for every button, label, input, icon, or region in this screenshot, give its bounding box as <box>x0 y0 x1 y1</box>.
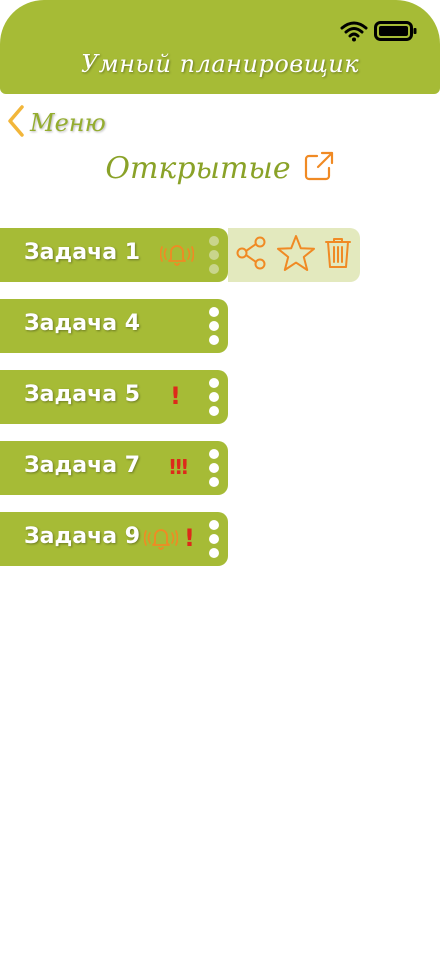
kebab-dot <box>209 449 219 459</box>
more-vert-icon[interactable] <box>207 236 221 274</box>
kebab-dot <box>209 236 219 246</box>
reminder-bell-icon <box>143 524 179 556</box>
back-label: Меню <box>30 109 106 137</box>
kebab-dot <box>209 250 219 260</box>
task-row[interactable]: Задача 9 ! <box>0 512 228 566</box>
star-icon[interactable] <box>276 234 316 276</box>
priority-indicator: ! <box>184 524 195 552</box>
kebab-dot <box>209 321 219 331</box>
kebab-dot <box>209 392 219 402</box>
task-row[interactable]: Задача 5 ! <box>0 370 228 424</box>
more-vert-icon[interactable] <box>207 378 221 416</box>
task-label: Задача 7 <box>24 453 141 478</box>
more-vert-icon[interactable] <box>207 520 221 558</box>
kebab-dot <box>209 534 219 544</box>
kebab-dot <box>209 264 219 274</box>
section-title: Открытые <box>105 150 291 186</box>
swipe-actions <box>228 228 360 282</box>
priority-indicator: !!! <box>168 455 189 479</box>
task-row[interactable]: Задача 1 <box>0 228 228 282</box>
task-row[interactable]: Задача 4 <box>0 299 228 353</box>
battery-icon <box>374 20 418 46</box>
back-button[interactable]: Меню <box>6 104 106 142</box>
status-bar <box>340 20 418 46</box>
kebab-dot <box>209 548 219 558</box>
kebab-dot <box>209 307 219 317</box>
kebab-dot <box>209 335 219 345</box>
task-label: Задача 4 <box>24 311 141 336</box>
app-title: Умный планировщик <box>80 50 360 78</box>
task-row[interactable]: Задача 7 !!! <box>0 441 228 495</box>
section-header: Открытые <box>0 150 440 186</box>
kebab-dot <box>209 378 219 388</box>
kebab-dot <box>209 520 219 530</box>
kebab-dot <box>209 463 219 473</box>
app-header: Умный планировщик <box>0 0 440 94</box>
kebab-dot <box>209 406 219 416</box>
external-link-icon[interactable] <box>303 150 335 186</box>
task-label: Задача 1 <box>24 240 141 265</box>
trash-icon[interactable] <box>324 236 352 274</box>
more-vert-icon[interactable] <box>207 307 221 345</box>
share-icon[interactable] <box>236 236 268 274</box>
chevron-left-icon <box>6 104 26 142</box>
wifi-icon <box>340 20 368 46</box>
task-label: Задача 5 <box>24 382 141 407</box>
priority-indicator: ! <box>170 382 181 410</box>
more-vert-icon[interactable] <box>207 449 221 487</box>
reminder-bell-icon <box>159 240 195 272</box>
kebab-dot <box>209 477 219 487</box>
task-label: Задача 9 <box>24 524 141 549</box>
